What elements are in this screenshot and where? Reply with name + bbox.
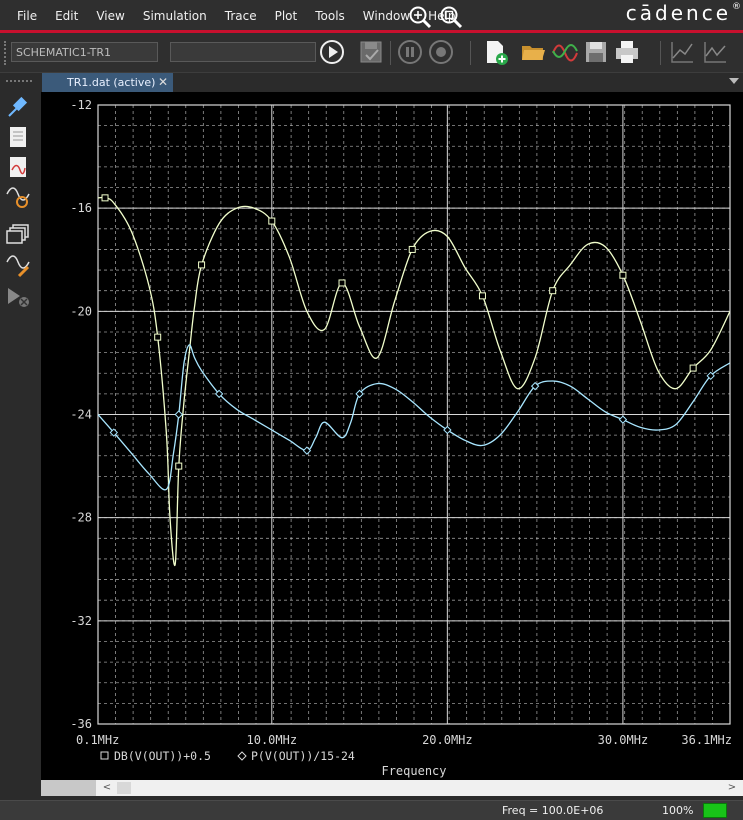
save-icon[interactable]: [582, 38, 610, 66]
windows-icon[interactable]: [5, 222, 31, 248]
simulation-profile-field[interactable]: [11, 42, 158, 62]
toolbar-separator: [660, 41, 661, 65]
trace-1-marker: [549, 287, 557, 295]
x-axis-label: Frequency: [381, 764, 446, 778]
y-tick-label: -36: [70, 717, 92, 731]
pin-icon[interactable]: [5, 94, 31, 120]
x-tick-label: 30.0MHz: [598, 733, 649, 747]
trace-1-marker: [175, 462, 183, 470]
close-icon[interactable]: ✕: [158, 75, 168, 89]
tab-label: TR1.dat (active): [67, 76, 156, 89]
zoom-level: 100%: [662, 804, 694, 817]
trace-2-marker: [618, 415, 628, 424]
y-tick-label: -16: [70, 201, 92, 215]
toolbar: [0, 33, 743, 73]
cursor-a-icon[interactable]: [668, 38, 696, 66]
trace-1-marker: [154, 333, 162, 341]
trace-1-marker: [619, 271, 627, 279]
menu-view[interactable]: View: [87, 9, 133, 23]
trace-1-marker: [338, 279, 346, 287]
zoom-fit-icon[interactable]: [439, 5, 463, 29]
trace-1-marker: [198, 261, 206, 269]
cursor-frequency-readout: Freq = 100.0E+06: [502, 804, 604, 817]
y-tick-label: -32: [70, 614, 92, 628]
y-tick-label: -24: [70, 408, 92, 422]
trace-1-marker: [268, 217, 276, 225]
new-file-icon[interactable]: [481, 38, 509, 66]
document-icon[interactable]: [5, 124, 31, 150]
trace-1-marker: [101, 194, 109, 202]
y-tick-label: -20: [70, 304, 92, 318]
waveform-chart[interactable]: -12 -16 -20 -24 -28 -32 -36 0.1MHz 10.0MHz 20.0MH…: [41, 92, 743, 780]
legend-marker-diamond-icon: [237, 751, 247, 761]
menu-tools[interactable]: Tools: [306, 9, 354, 23]
legend-label-trace-2: P(V(OUT))/15-24: [251, 749, 355, 763]
print-icon[interactable]: [613, 38, 641, 66]
y-tick-label: -28: [70, 511, 92, 525]
scrollbar-gutter: [41, 780, 96, 796]
tab-tr1-dat[interactable]: TR1.dat (active) ✕: [42, 73, 173, 92]
pause-icon[interactable]: [396, 38, 424, 66]
trace-1-marker: [408, 245, 416, 253]
scroll-right-icon[interactable]: >: [723, 780, 741, 796]
trace-2-marker: [174, 410, 183, 419]
menu-trace[interactable]: Trace: [216, 9, 266, 23]
zoom-in-icon[interactable]: [408, 5, 432, 29]
chevron-down-icon[interactable]: [729, 78, 739, 84]
y-tick-label: -12: [70, 98, 92, 112]
menu-plot[interactable]: Plot: [266, 9, 307, 23]
menu-edit[interactable]: Edit: [46, 9, 87, 23]
probe-plot-window[interactable]: -12 -16 -20 -24 -28 -32 -36 0.1MHz 10.0MHz 20.0MH…: [41, 92, 743, 780]
waveform-icon[interactable]: [551, 38, 579, 66]
trace-1-marker: [478, 292, 486, 300]
scrollbar-thumb[interactable]: [117, 782, 131, 794]
menu-simulation[interactable]: Simulation: [134, 9, 216, 23]
trace-edit-icon[interactable]: [5, 252, 31, 278]
output-icon[interactable]: [5, 154, 31, 180]
horizontal-scrollbar[interactable]: < >: [41, 780, 743, 796]
run-icon[interactable]: [318, 38, 346, 66]
x-tick-label: 0.1MHz: [76, 733, 119, 747]
status-bar: Freq = 100.0E+06 100%: [0, 800, 743, 820]
menu-items: File Edit View Simulation Trace Plot Too…: [8, 0, 464, 32]
left-toolbar: [0, 92, 36, 820]
panel-grip[interactable]: [6, 80, 32, 83]
x-tick-label: 36.1MHz: [681, 733, 732, 747]
trace-2-marker: [443, 425, 452, 435]
toolbar-grip[interactable]: [4, 41, 6, 65]
marker-icon[interactable]: [5, 284, 31, 310]
tab-bar: TR1.dat (active) ✕: [0, 73, 743, 92]
cursor-b-icon[interactable]: [701, 38, 729, 66]
open-folder-icon[interactable]: [519, 38, 547, 66]
cadence-logo: cādence: [625, 1, 731, 25]
secondary-field[interactable]: [170, 42, 316, 62]
menu-file[interactable]: File: [8, 9, 46, 23]
stop-icon[interactable]: [427, 38, 455, 66]
x-tick-label: 10.0MHz: [247, 733, 298, 747]
legend-label-trace-1: DB(V(OUT))+0.5: [114, 749, 211, 763]
toolbar-separator: [390, 41, 391, 65]
check-icon[interactable]: [357, 38, 385, 66]
menu-bar: File Edit View Simulation Trace Plot Too…: [0, 0, 743, 32]
simulation-status-indicator: [703, 803, 727, 818]
registered-mark: ®: [732, 2, 741, 12]
toolbar-separator: [470, 41, 471, 65]
legend-marker-square-icon: [100, 751, 109, 760]
x-tick-label: 20.0MHz: [422, 733, 473, 747]
probe-search-icon[interactable]: [5, 184, 31, 210]
trace-1-marker: [689, 364, 697, 372]
trace-2-marker: [302, 446, 312, 455]
scroll-left-icon[interactable]: <: [98, 780, 116, 796]
